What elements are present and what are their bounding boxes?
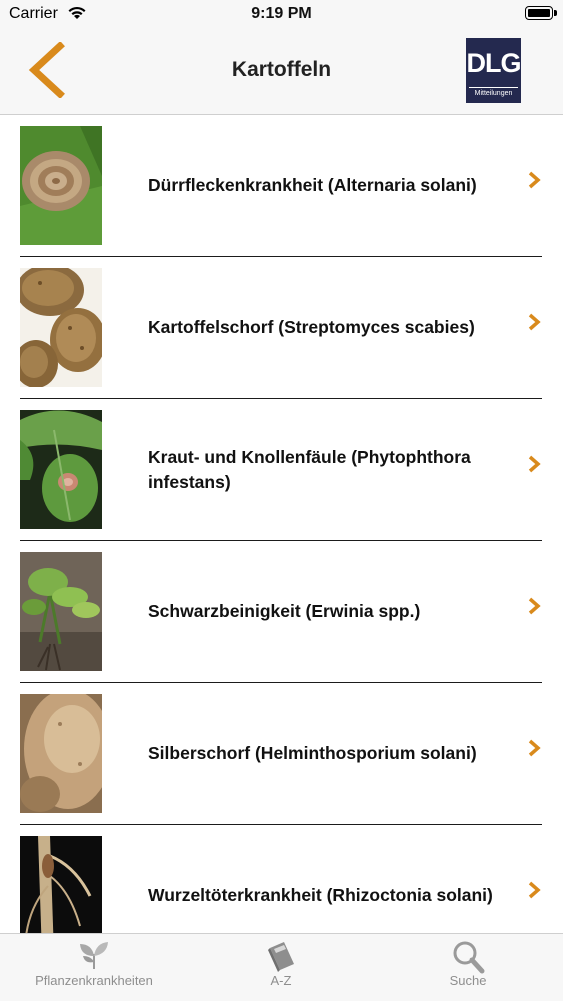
book-icon [268,942,294,972]
list-item-title: Schwarzbeinigkeit (Erwinia spp.) [148,601,421,621]
list-item[interactable]: Schwarzbeinigkeit (Erwinia spp.) [20,541,542,683]
clock: 9:19 PM [251,5,312,22]
leaf-blight-photo [20,410,102,529]
list-item[interactable]: Kartoffelschorf (Streptomyces scabies) [20,257,542,399]
list-item-title: Wurzeltöterkrankheit (Rhizoctonia solani… [148,885,493,905]
logo-subtext: Mitteilungen [469,87,518,99]
tab-label: Suche [449,973,487,988]
list-item-title: Silberschorf (Helminthosporium solani) [148,743,477,763]
rhizoctonia-stem-photo [20,836,102,933]
list-item[interactable]: Silberschorf (Helminthosporium solani) [20,683,542,825]
chevron-right-icon [528,313,541,331]
tab-pflanzenkrankheiten[interactable]: Pflanzenkrankheiten [20,934,168,1001]
disease-list: Dürrfleckenkrankheit (Alternaria solani)… [0,115,563,933]
tab-suche[interactable]: Suche [423,934,513,1001]
leaf-lesion-photo [20,126,102,245]
list-item[interactable]: Dürrfleckenkrankheit (Alternaria solani) [20,115,542,257]
tab-bar: Pflanzenkrankheiten A-Z Suche [0,933,563,1001]
chevron-right-icon [528,597,541,615]
list-item-title: Kartoffelschorf (Streptomyces scabies) [148,317,475,337]
battery-icon [525,6,557,20]
tab-a-z[interactable]: A-Z [236,934,326,1001]
chevron-right-icon [528,739,541,757]
tab-label: Pflanzenkrankheiten [35,973,153,988]
list-item-title: Kraut- und Knollenfäule (Phytophthora in… [148,446,471,492]
tab-label: A-Z [270,973,292,988]
chevron-right-icon [528,171,541,189]
search-icon [453,941,485,974]
chevron-right-icon [528,881,541,899]
wilted-plant-photo [20,552,102,671]
logo-text: DLG [466,48,522,78]
plant-icon [80,942,108,969]
potato-scab-photo [20,268,102,387]
list-item-title: Dürrfleckenkrankheit (Alternaria solani) [148,175,477,195]
silver-scurf-photo [20,694,102,813]
dlg-logo: DLG Mitteilungen [466,38,522,103]
list-item[interactable]: Kraut- und Knollenfäule (Phytophthora in… [20,399,542,541]
list-item[interactable]: Wurzeltöterkrankheit (Rhizoctonia solani… [20,825,542,933]
status-bar: Carrier 9:19 PM [0,0,563,30]
navigation-bar: Kartoffeln DLG Mitteilungen [0,30,563,115]
chevron-right-icon [528,455,541,473]
